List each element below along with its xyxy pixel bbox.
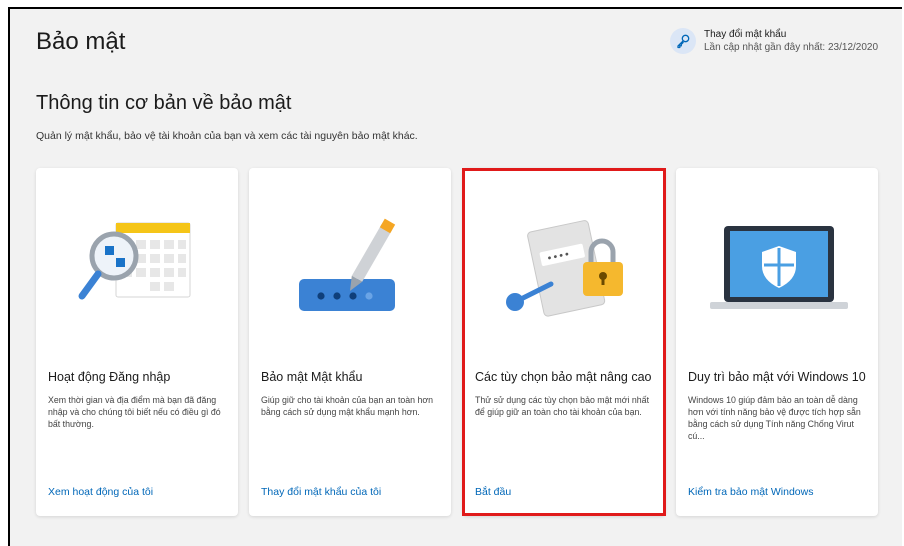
- card-password-security: Bảo mật Mật khẩu Giúp giữ cho tài khoản …: [249, 168, 451, 516]
- password-field-pen-icon: [249, 208, 451, 358]
- card-description: Windows 10 giúp đảm bảo an toàn dễ dàng …: [688, 395, 861, 441]
- key-icon: [670, 28, 696, 54]
- change-password-link[interactable]: Thay đổi mật khẩu Lần cập nhật gần đây n…: [670, 28, 878, 54]
- card-title: Duy trì bảo mật với Windows 10: [688, 370, 866, 384]
- card-description: Xem thời gian và địa điểm mà bạn đã đăng…: [48, 395, 221, 429]
- padlock-key-icon: ••••: [463, 208, 665, 358]
- view-my-activity-link[interactable]: Xem hoạt động của tôi: [48, 486, 153, 498]
- laptop-shield-icon: [676, 208, 878, 358]
- page-title: Bảo mật: [36, 28, 126, 55]
- card-description: Thử sử dụng các tùy chọn bảo mật mới nhấ…: [475, 395, 650, 417]
- change-password-label[interactable]: Thay đổi mật khẩu: [704, 28, 878, 41]
- card-windows-10-security: Duy trì bảo mật với Windows 10 Windows 1…: [676, 168, 878, 516]
- section-description: Quản lý mật khẩu, bảo vệ tài khoản của b…: [36, 130, 418, 142]
- card-title: Các tùy chọn bảo mật nâng cao: [475, 370, 652, 384]
- card-title: Bảo mật Mật khẩu: [261, 370, 363, 384]
- check-windows-security-link[interactable]: Kiểm tra bảo mật Windows: [688, 486, 813, 498]
- card-advanced-security-options: •••• Các tùy chọn bảo mật nâng cao Thử s…: [463, 168, 665, 516]
- calendar-magnifier-icon: [36, 208, 238, 358]
- get-started-link[interactable]: Bắt đầu: [475, 486, 511, 498]
- card-sign-in-activity: Hoạt động Đăng nhập Xem thời gian và địa…: [36, 168, 238, 516]
- section-title: Thông tin cơ bản về bảo mật: [36, 92, 292, 114]
- change-my-password-link[interactable]: Thay đổi mật khẩu của tôi: [261, 486, 381, 498]
- card-description: Giúp giữ cho tài khoản của bạn an toàn h…: [261, 395, 434, 417]
- last-updated-text: Lần cập nhật gần đây nhất: 23/12/2020: [704, 42, 879, 53]
- card-title: Hoạt động Đăng nhập: [48, 370, 171, 384]
